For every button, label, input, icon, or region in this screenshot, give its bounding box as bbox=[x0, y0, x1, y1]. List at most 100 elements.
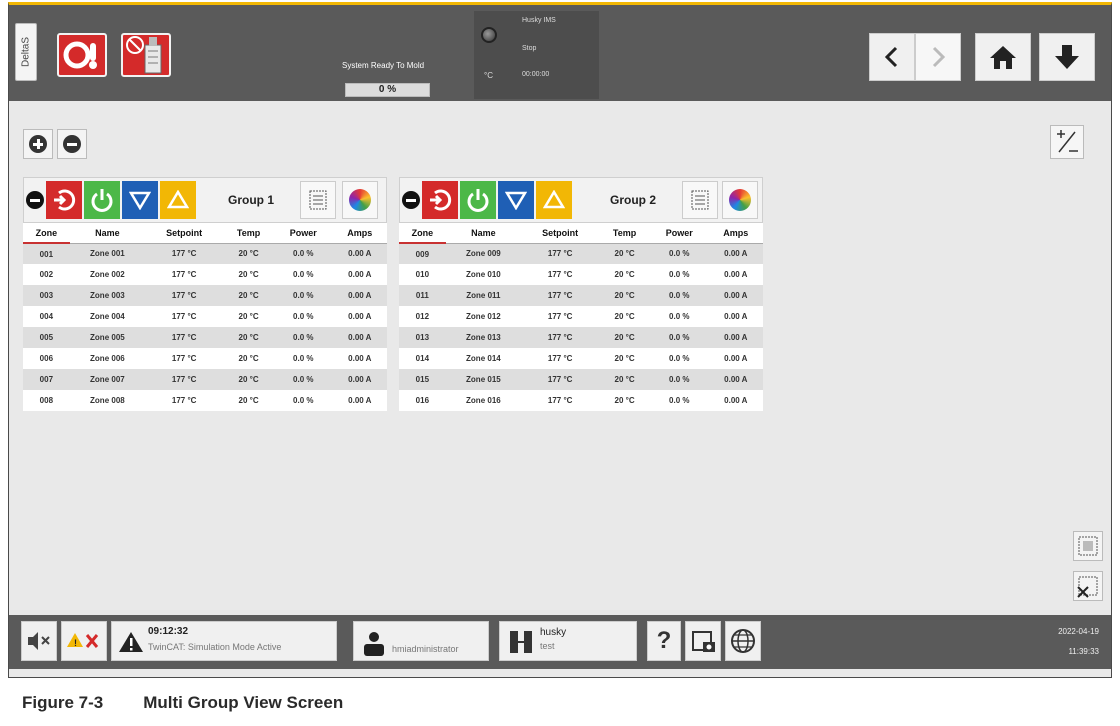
table-cell: 20 °C bbox=[223, 243, 274, 264]
help-button[interactable]: ? bbox=[647, 621, 681, 661]
alarm-reset-button[interactable]: ! bbox=[61, 621, 107, 661]
table-cell: Zone 012 bbox=[445, 306, 522, 327]
forward-button[interactable] bbox=[915, 33, 961, 81]
table-row[interactable]: 007 Zone 007 177 °C 20 °C 0.0 % 0.00 A bbox=[23, 369, 387, 390]
ims-status-indicator-icon bbox=[481, 27, 497, 43]
alarm-banner[interactable]: 09:12:32 TwinCAT: Simulation Mode Active bbox=[111, 621, 337, 661]
download-button[interactable] bbox=[1039, 33, 1095, 81]
color-button[interactable] bbox=[722, 181, 758, 219]
screenshot-icon bbox=[692, 631, 715, 652]
column-header[interactable]: Name bbox=[445, 223, 522, 244]
column-header[interactable]: Setpoint bbox=[145, 223, 224, 244]
minus-circle-icon bbox=[63, 135, 81, 153]
column-header[interactable]: Zone bbox=[23, 223, 70, 244]
home-button[interactable] bbox=[975, 33, 1031, 81]
add-group-button[interactable] bbox=[23, 129, 53, 159]
table-cell: 008 bbox=[23, 390, 70, 411]
raise-button[interactable] bbox=[160, 181, 196, 219]
heats-on-button[interactable] bbox=[57, 33, 107, 77]
table-cell: 011 bbox=[399, 285, 446, 306]
table-row[interactable]: 005 Zone 005 177 °C 20 °C 0.0 % 0.00 A bbox=[23, 327, 387, 348]
remove-group-button[interactable] bbox=[57, 129, 87, 159]
table-row[interactable]: 001 Zone 001 177 °C 20 °C 0.0 % 0.00 A bbox=[23, 243, 387, 264]
grid-view-button[interactable] bbox=[300, 181, 336, 219]
table-cell: 0.00 A bbox=[332, 285, 387, 306]
table-row[interactable]: 015 Zone 015 177 °C 20 °C 0.0 % 0.00 A bbox=[399, 369, 763, 390]
table-row[interactable]: 011 Zone 011 177 °C 20 °C 0.0 % 0.00 A bbox=[399, 285, 763, 306]
deltas-tab[interactable]: DeltaS bbox=[15, 23, 37, 81]
table-cell: 0.0 % bbox=[649, 285, 709, 306]
collapse-group-icon[interactable] bbox=[402, 191, 420, 209]
power-button[interactable] bbox=[84, 181, 120, 219]
table-cell: 012 bbox=[399, 306, 446, 327]
table-cell: 177 °C bbox=[521, 243, 600, 264]
table-row[interactable]: 003 Zone 003 177 °C 20 °C 0.0 % 0.00 A bbox=[23, 285, 387, 306]
table-cell: 177 °C bbox=[145, 285, 224, 306]
deltas-tab-label: DeltaS bbox=[20, 36, 32, 68]
husky-ims-panel[interactable]: °C Husky IMS Stop 00:00:00 bbox=[474, 11, 599, 99]
chevron-left-icon bbox=[884, 46, 898, 68]
column-header[interactable]: Setpoint bbox=[521, 223, 600, 244]
table-row[interactable]: 009 Zone 009 177 °C 20 °C 0.0 % 0.00 A bbox=[399, 243, 763, 264]
mold-info-button[interactable]: husky test bbox=[499, 621, 637, 661]
column-header[interactable]: Temp bbox=[599, 223, 650, 244]
group-toolbar: Group 2 bbox=[399, 177, 763, 223]
table-cell: 177 °C bbox=[145, 264, 224, 285]
table-row[interactable]: 010 Zone 010 177 °C 20 °C 0.0 % 0.00 A bbox=[399, 264, 763, 285]
collapse-group-icon[interactable] bbox=[26, 191, 44, 209]
column-header[interactable]: Power bbox=[273, 223, 333, 244]
column-header[interactable]: Temp bbox=[223, 223, 274, 244]
language-button[interactable] bbox=[725, 621, 761, 661]
table-cell: Zone 010 bbox=[445, 264, 522, 285]
table-row[interactable]: 014 Zone 014 177 °C 20 °C 0.0 % 0.00 A bbox=[399, 348, 763, 369]
column-header[interactable]: Zone bbox=[399, 223, 446, 244]
standby-button[interactable] bbox=[422, 181, 458, 219]
plus-minus-button[interactable] bbox=[1050, 125, 1084, 159]
lower-button[interactable] bbox=[498, 181, 534, 219]
column-header[interactable]: Name bbox=[69, 223, 146, 244]
table-row[interactable]: 012 Zone 012 177 °C 20 °C 0.0 % 0.00 A bbox=[399, 306, 763, 327]
lower-button[interactable] bbox=[122, 181, 158, 219]
column-header[interactable]: Amps bbox=[708, 223, 763, 244]
table-row[interactable]: 002 Zone 002 177 °C 20 °C 0.0 % 0.00 A bbox=[23, 264, 387, 285]
mold-description: test bbox=[540, 641, 555, 651]
triangle-up-icon bbox=[167, 190, 189, 209]
power-button[interactable] bbox=[460, 181, 496, 219]
column-header[interactable]: Amps bbox=[332, 223, 387, 244]
select-all-button[interactable] bbox=[1073, 531, 1103, 561]
table-cell: 0.00 A bbox=[708, 285, 763, 306]
table-row[interactable]: 006 Zone 006 177 °C 20 °C 0.0 % 0.00 A bbox=[23, 348, 387, 369]
table-cell: Zone 001 bbox=[69, 243, 146, 264]
table-cell: 20 °C bbox=[223, 348, 274, 369]
back-button[interactable] bbox=[869, 33, 915, 81]
table-cell: 20 °C bbox=[599, 390, 650, 411]
raise-button[interactable] bbox=[536, 181, 572, 219]
color-wheel-icon bbox=[729, 189, 751, 211]
color-button[interactable] bbox=[342, 181, 378, 219]
system-status-label: System Ready To Mold bbox=[342, 61, 425, 70]
group-toolbar: Group 1 bbox=[23, 177, 387, 223]
table-cell: 005 bbox=[23, 327, 70, 348]
warning-icon bbox=[119, 632, 143, 652]
standby-button[interactable] bbox=[46, 181, 82, 219]
table-row[interactable]: 016 Zone 016 177 °C 20 °C 0.0 % 0.00 A bbox=[399, 390, 763, 411]
table-cell: 0.0 % bbox=[649, 306, 709, 327]
table-row[interactable]: 013 Zone 013 177 °C 20 °C 0.0 % 0.00 A bbox=[399, 327, 763, 348]
screenshot-button[interactable] bbox=[685, 621, 721, 661]
table-cell: 0.0 % bbox=[273, 348, 333, 369]
deselect-button[interactable] bbox=[1073, 571, 1103, 601]
mold-disabled-button[interactable] bbox=[121, 33, 171, 77]
table-row[interactable]: 004 Zone 004 177 °C 20 °C 0.0 % 0.00 A bbox=[23, 306, 387, 327]
table-cell: 013 bbox=[399, 327, 446, 348]
user-button[interactable]: hmiadministrator bbox=[353, 621, 489, 661]
mute-button[interactable] bbox=[21, 621, 57, 661]
column-header[interactable]: Power bbox=[649, 223, 709, 244]
grid-view-button[interactable] bbox=[682, 181, 718, 219]
speaker-mute-icon bbox=[28, 632, 50, 650]
table-cell: 0.0 % bbox=[273, 390, 333, 411]
clock-time: 11:39:33 bbox=[1068, 647, 1099, 656]
table-cell: 0.0 % bbox=[649, 327, 709, 348]
mold-name: husky bbox=[540, 627, 567, 638]
table-row[interactable]: 008 Zone 008 177 °C 20 °C 0.0 % 0.00 A bbox=[23, 390, 387, 411]
figure-number: Figure 7-3 bbox=[22, 693, 104, 712]
